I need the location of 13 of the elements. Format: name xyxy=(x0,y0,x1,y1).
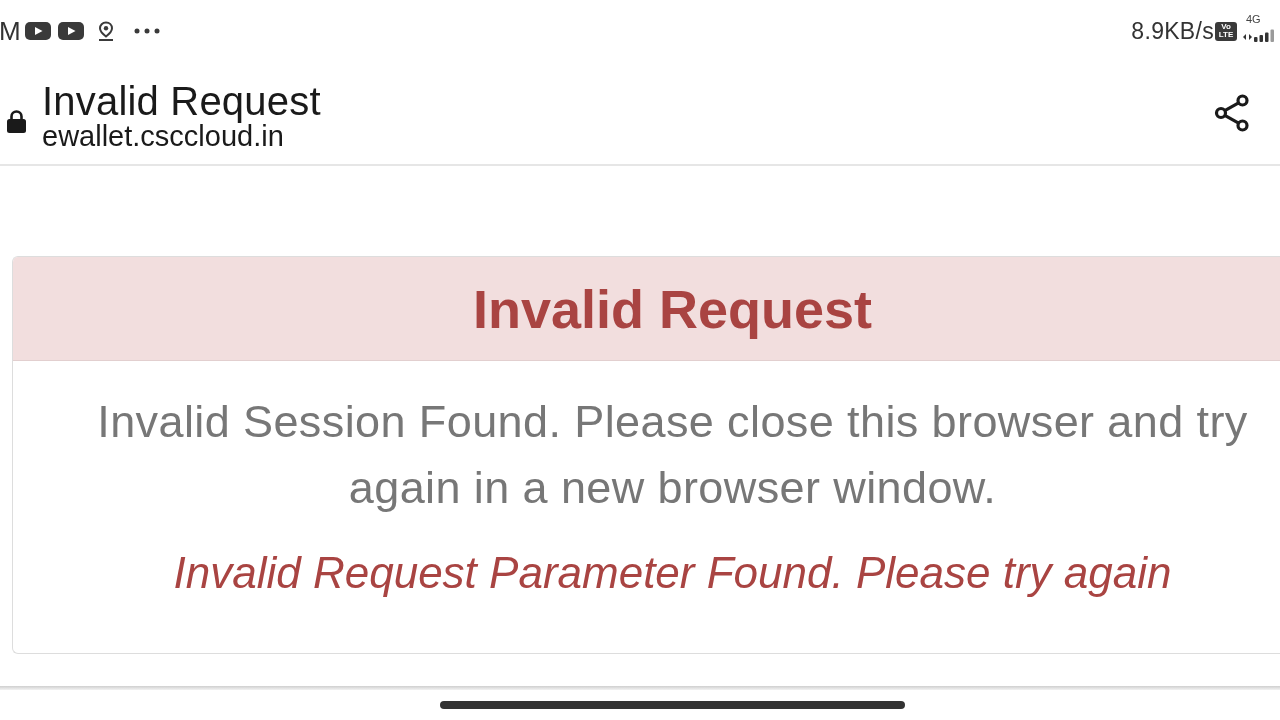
play-icon xyxy=(57,22,84,40)
badge-text: Vo xyxy=(1221,23,1231,31)
network-type: 4G xyxy=(1246,14,1261,25)
more-dots-icon xyxy=(133,28,160,34)
share-icon[interactable] xyxy=(1214,94,1250,132)
play-icon xyxy=(24,22,51,40)
alert-message: Invalid Session Found. Please close this browser and try again in a new browser window. xyxy=(96,395,1249,515)
status-text: M xyxy=(0,18,21,44)
error-message: Invalid Request Parameter Found. Please try again xyxy=(173,547,1172,599)
network-speed: 8.9KB/s xyxy=(1131,19,1214,43)
location-pin-icon xyxy=(97,21,114,41)
page-title: Invalid Request xyxy=(42,80,321,122)
badge-text: LTE xyxy=(1218,31,1234,39)
